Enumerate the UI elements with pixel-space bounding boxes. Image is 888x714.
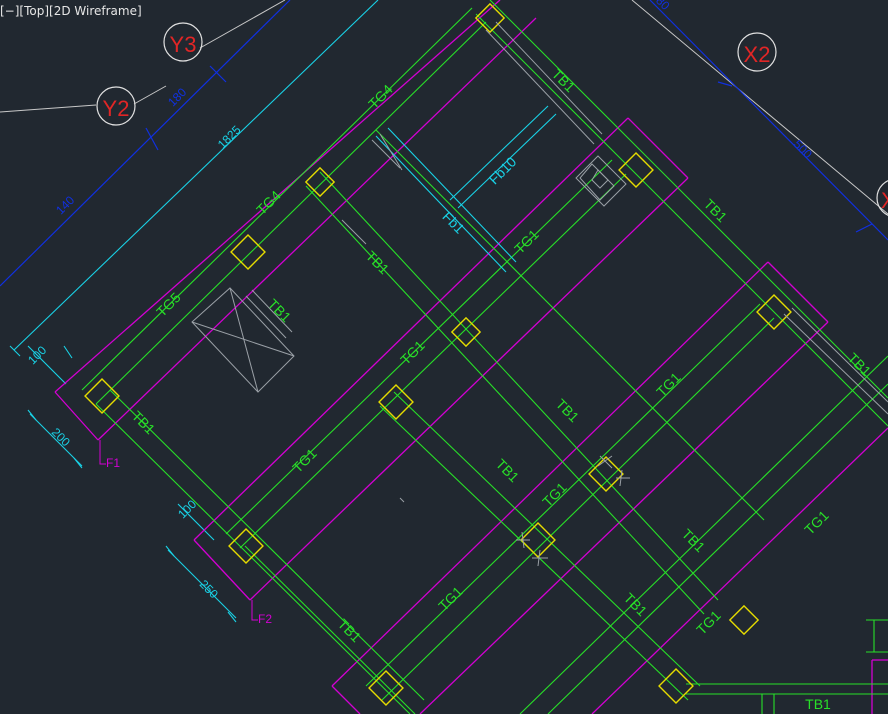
footing-f2-label: F2 <box>258 612 272 626</box>
footing-outlines[interactable] <box>54 0 888 714</box>
dimension-100-b: 100 <box>175 497 199 521</box>
beam-label-tb1-9: TB1 <box>679 526 709 556</box>
beam-label-tg1-7: TG1 <box>801 507 832 538</box>
dimension-180: 180 <box>165 85 189 109</box>
beam-label-tg1-1: TG1 <box>511 226 542 257</box>
grid-bubble-y2[interactable]: Y2 <box>96 86 136 126</box>
beam-label-tb1-11: TB1 <box>335 616 365 646</box>
grid-bubble-y2-label: Y2 <box>103 96 130 121</box>
dimension-200: 200 <box>49 425 73 449</box>
grid-bubble-y3-label: Y3 <box>170 32 197 57</box>
dimension-1825: 1825 <box>215 123 244 152</box>
beam-label-tg1-6: TG1 <box>435 583 466 614</box>
beam-label-tb1-3: TB1 <box>845 350 875 380</box>
grid-bubble-y3[interactable]: Y3 <box>163 22 203 62</box>
grid-bubble-x2[interactable]: X2 <box>737 32 777 72</box>
beam-label-tb1-2: TB1 <box>701 196 731 226</box>
beam-label-tg4-a: TG4 <box>365 81 396 112</box>
dimension-500: 500 <box>791 137 815 161</box>
beam-label-tg1-5: TG1 <box>539 479 570 510</box>
grid-bubble-x-partial-label: X <box>881 188 888 213</box>
floor-beam-label-fb10: Fb10 <box>486 153 520 187</box>
floor-beam-label-fb1: Fb1 <box>439 208 468 237</box>
beam-label-tb1-7: TB1 <box>553 396 583 426</box>
beam-label-tg1-3: TG1 <box>289 445 320 476</box>
beam-label-tb1-12: TB1 <box>805 696 831 712</box>
grid-bubble-x-partial[interactable]: X <box>876 179 888 217</box>
beam-label-tg1-4: TG1 <box>653 369 684 400</box>
dimension-250: 250 <box>197 577 221 601</box>
footing-f1-label: F1 <box>106 456 120 470</box>
cad-drawing[interactable]: Y3 Y2 X2 X 140 180 80 500 <box>0 0 888 714</box>
beam-label-tb1-8: TB1 <box>493 456 523 486</box>
grid-bubble-x2-label: X2 <box>744 42 771 67</box>
drawing-viewport[interactable]: [−][Top][2D Wireframe] Y3 Y2 X2 X <box>0 0 888 714</box>
dimension-lines-cyan <box>9 0 379 623</box>
beam-lines[interactable] <box>81 0 888 714</box>
